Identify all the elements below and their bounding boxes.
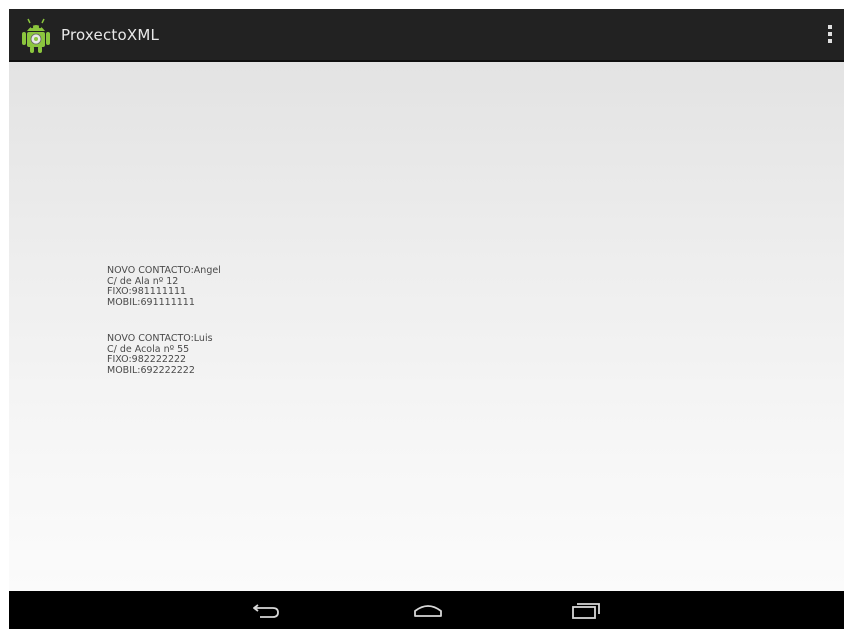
android-robot-icon[interactable] [21,17,51,55]
contact-header: NOVO CONTACTO:Angel [107,265,221,276]
contact-mobil: MOBIL:692222222 [107,364,195,376]
contact-fixo: FIXO:981111111 [107,286,187,297]
home-icon[interactable] [411,599,445,621]
device-screen: ProxectoXML NOVO CONTACTO:Angel C/ de Al… [9,9,844,629]
action-bar: ProxectoXML [9,9,844,62]
recent-apps-icon[interactable] [569,599,603,621]
overflow-menu-icon[interactable] [824,25,836,47]
main-content: NOVO CONTACTO:Angel C/ de Ala nº 12 FIXO… [9,62,844,591]
app-title: ProxectoXML [61,26,160,44]
contact-mobil: MOBIL:691111111 [107,296,195,308]
contact-entry: NOVO CONTACTO:Angel C/ de Ala nº 12 FIXO… [107,265,221,308]
back-icon[interactable] [249,599,283,621]
contact-entry: NOVO CONTACTO:Luis C/ de Acola nº 55 FIX… [107,333,213,376]
contact-header: NOVO CONTACTO:Luis [107,333,213,344]
contact-fixo: FIXO:982222222 [107,354,187,365]
navigation-bar [9,591,844,629]
